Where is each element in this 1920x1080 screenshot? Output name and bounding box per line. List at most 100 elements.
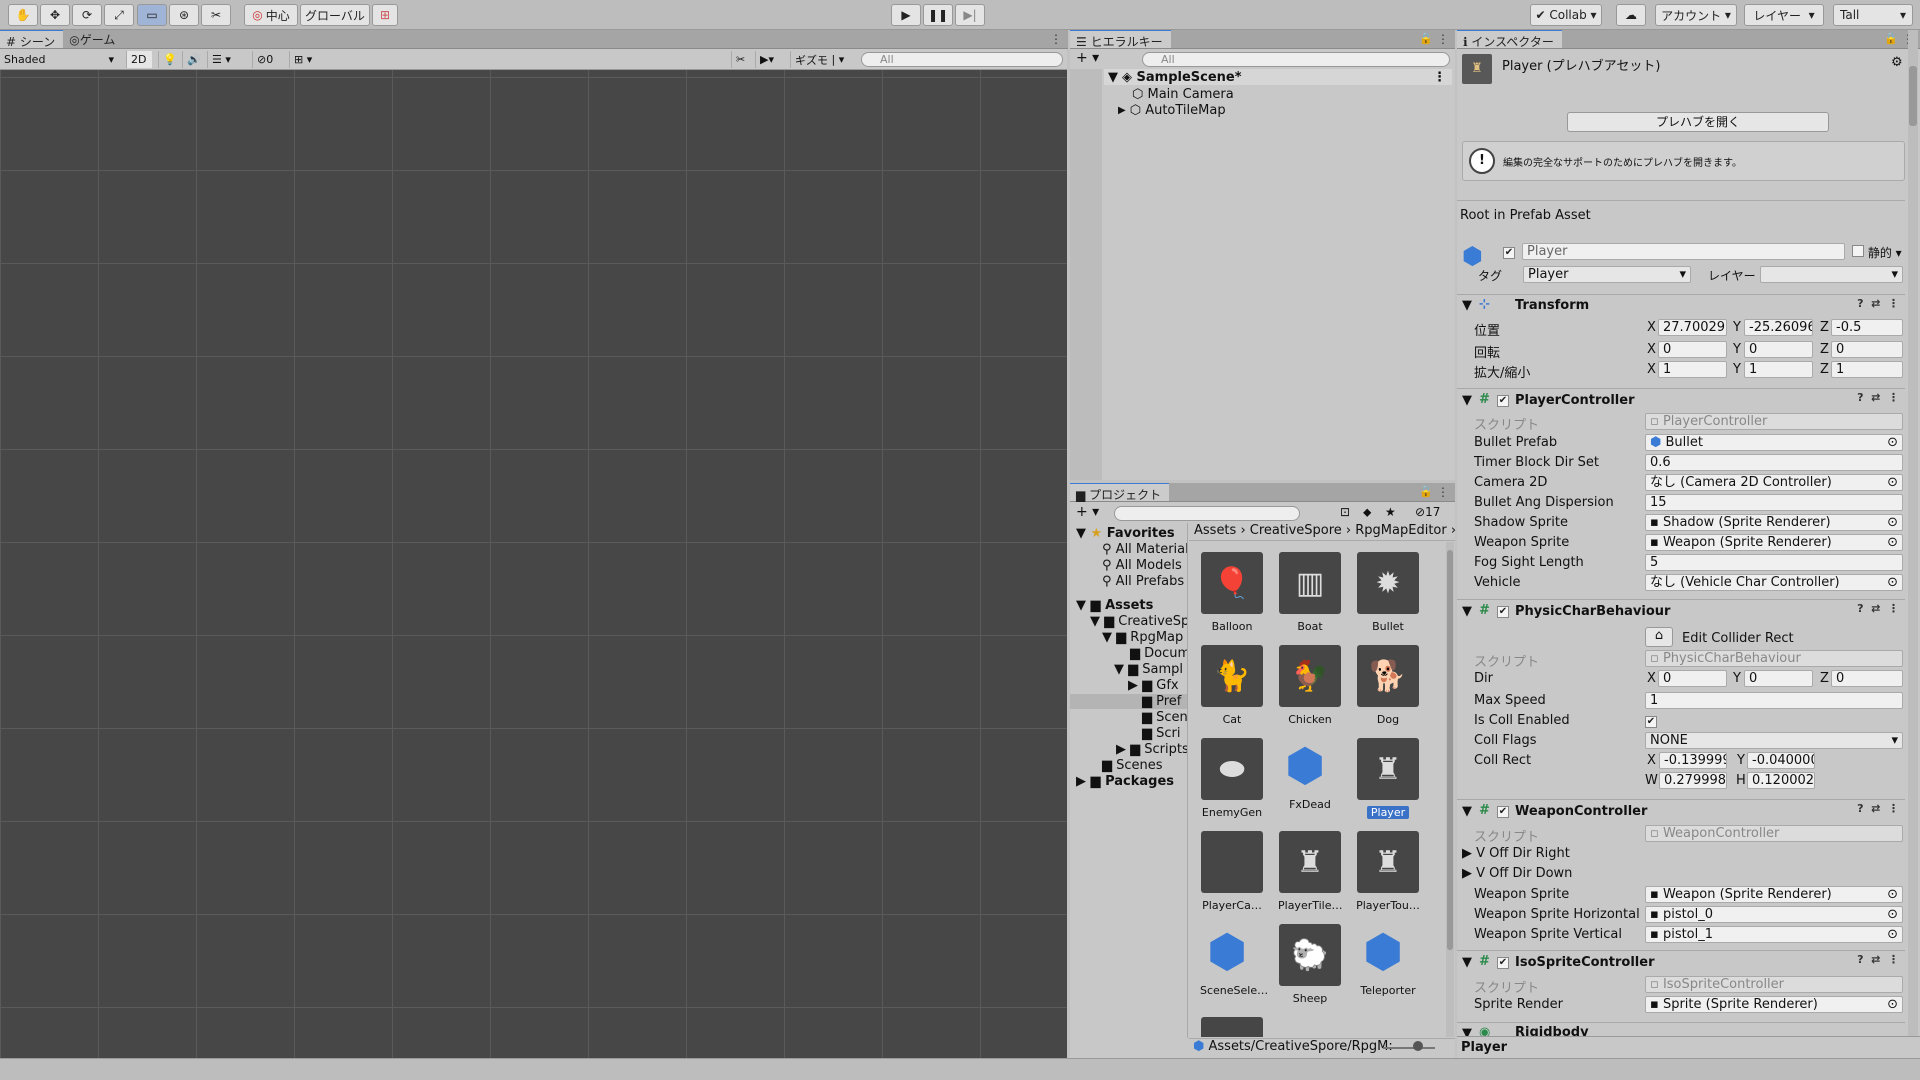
tab-hierarchy[interactable]: ☰ ヒエラルキー bbox=[1070, 30, 1171, 49]
gizmos-dropdown[interactable]: ギズモ | ▾ bbox=[790, 51, 850, 68]
coll-rect-y-field[interactable]: -0.040000 bbox=[1747, 752, 1815, 769]
tree-folder[interactable]: ▼ ▆ Assets bbox=[1076, 598, 1153, 613]
breadcrumb-item[interactable]: RpgMapEditor bbox=[1355, 523, 1446, 538]
field-value[interactable]: ▪ Shadow (Sprite Renderer) ⊙ bbox=[1645, 514, 1903, 531]
layer-dropdown[interactable]: ▾ bbox=[1760, 266, 1903, 283]
hierarchy-menu-icon[interactable]: ⋮ bbox=[1437, 32, 1449, 46]
coll-rect-x-field[interactable]: -0.139999 bbox=[1659, 752, 1727, 769]
sprite-render-field[interactable]: ▪ Sprite (Sprite Renderer) ⊙ bbox=[1645, 996, 1903, 1013]
mode-2d-toggle[interactable]: 2D bbox=[126, 51, 152, 68]
tree-folder[interactable]: ▆ Scenes bbox=[1102, 758, 1163, 773]
asset-item[interactable]: ⬢ Teleporter bbox=[1356, 924, 1420, 1000]
tree-folder[interactable]: ▆ Scri bbox=[1142, 726, 1181, 741]
label-icon[interactable]: ⬥ bbox=[1363, 505, 1371, 520]
component-enabled-checkbox[interactable]: ✔ bbox=[1497, 803, 1509, 818]
play-button[interactable]: ▶ bbox=[891, 4, 921, 26]
collab-dropdown[interactable]: ✔ Collab ▾ bbox=[1530, 4, 1602, 26]
object-picker-icon[interactable]: ⊙ bbox=[1887, 435, 1898, 450]
rigidbody-header[interactable]: ▼ ◉ Rigidbody bbox=[1457, 1022, 1905, 1036]
grid-snap-icon[interactable]: ⊞ ▾ bbox=[289, 51, 325, 68]
tree-folder[interactable]: ▼ ▆ Sampl bbox=[1114, 662, 1183, 677]
scene-menu-icon[interactable]: ⋮ bbox=[1433, 70, 1446, 85]
open-prefab-button[interactable]: プレハブを開く bbox=[1567, 112, 1829, 132]
transform-header[interactable]: ▼ ⊹ Transform? ⇄ ⋮ bbox=[1457, 294, 1905, 316]
move-tool-icon[interactable]: ✥ bbox=[40, 4, 70, 26]
asset-item[interactable]: ⬢ SceneSele… bbox=[1200, 924, 1268, 1000]
favorite-item[interactable]: ⚲ All Prefabs bbox=[1102, 574, 1184, 589]
field-value[interactable]: 15 bbox=[1645, 494, 1903, 511]
component-enabled-checkbox[interactable]: ✔ bbox=[1497, 392, 1509, 407]
account-dropdown[interactable]: アカウント ▾ bbox=[1655, 4, 1737, 26]
tag-dropdown[interactable]: Player ▾ bbox=[1523, 266, 1691, 283]
project-menu-icon[interactable]: ⋮ bbox=[1437, 485, 1449, 499]
scene-view[interactable] bbox=[0, 70, 1067, 1058]
position-z-field[interactable]: -0.5 bbox=[1831, 319, 1903, 336]
asset-item[interactable]: ✹ Bullet bbox=[1356, 552, 1420, 636]
field-value[interactable]: 0.6 bbox=[1645, 454, 1903, 471]
tab-inspector[interactable]: ℹ インスペクター bbox=[1457, 30, 1562, 49]
dir-z-field[interactable]: 0 bbox=[1831, 670, 1903, 687]
create-button[interactable]: + ▾ bbox=[1076, 50, 1099, 66]
component-enabled-checkbox[interactable]: ✔ bbox=[1497, 603, 1509, 618]
inspector-scrollbar[interactable] bbox=[1908, 30, 1918, 1036]
rect-tool-icon[interactable]: ▭ bbox=[137, 4, 167, 26]
field-value[interactable]: 5 bbox=[1645, 554, 1903, 571]
rotate-tool-icon[interactable]: ⟳ bbox=[72, 4, 102, 26]
layers-dropdown[interactable]: レイヤー ▾ bbox=[1744, 4, 1824, 26]
favorite-item[interactable]: ⚲ All Material bbox=[1102, 542, 1187, 557]
static-toggle[interactable]: 静的 ▾ bbox=[1852, 244, 1902, 261]
asset-item[interactable]: ▥ Boat bbox=[1278, 552, 1342, 636]
field-value[interactable]: なし (Vehicle Char Controller) ⊙ bbox=[1645, 574, 1903, 591]
custom-tool-icon[interactable]: ✂ bbox=[201, 4, 231, 26]
component-options-icon[interactable]: ? ⇄ ⋮ bbox=[1857, 602, 1899, 615]
filter-type-icon[interactable]: ⊡ bbox=[1340, 505, 1350, 519]
object-name-field[interactable]: Player bbox=[1522, 243, 1845, 260]
tree-folder[interactable]: ▆ Scen bbox=[1142, 710, 1187, 725]
hidden-packages-toggle[interactable]: ⊘17 bbox=[1415, 505, 1440, 519]
hidden-objects-toggle[interactable]: ⊘ 0 bbox=[252, 51, 286, 68]
asset-item[interactable]: ♜ PlayerTile… bbox=[1278, 831, 1343, 915]
tree-folder-selected[interactable]: ▆ Pref bbox=[1070, 694, 1187, 709]
object-picker-icon[interactable]: ⊙ bbox=[1887, 887, 1898, 902]
space-toggle[interactable]: グローバル bbox=[300, 4, 370, 26]
effects-icon[interactable]: ☰ ▾ bbox=[207, 51, 245, 68]
favorites-item[interactable]: ▼ ★ Favorites bbox=[1076, 526, 1175, 541]
step-button[interactable]: ▶| bbox=[955, 4, 985, 26]
asset-item[interactable]: 🐕 Dog bbox=[1356, 645, 1420, 729]
layout-dropdown[interactable]: Tall ▾ bbox=[1833, 4, 1913, 26]
tab-game[interactable]: ◎ゲーム bbox=[63, 30, 123, 48]
zoom-slider[interactable] bbox=[1383, 1047, 1435, 1049]
asset-item[interactable]: 🐈 Cat bbox=[1200, 645, 1264, 729]
object-picker-icon[interactable]: ⊙ bbox=[1887, 575, 1898, 590]
asset-item[interactable] bbox=[1200, 1017, 1264, 1037]
object-picker-icon[interactable]: ⊙ bbox=[1887, 515, 1898, 530]
tree-folder[interactable]: ▆ Docum bbox=[1130, 646, 1187, 661]
asset-item[interactable]: 🐓 Chicken bbox=[1278, 645, 1342, 729]
cloud-icon[interactable]: ☁ bbox=[1616, 4, 1646, 26]
zoom-slider-handle[interactable] bbox=[1413, 1041, 1423, 1051]
asset-item[interactable]: 🎈 Balloon bbox=[1200, 552, 1264, 636]
tree-folder[interactable]: ▼ ▆ CreativeSp bbox=[1090, 614, 1187, 629]
edit-collider-icon[interactable]: ⌂ bbox=[1645, 627, 1673, 647]
hierarchy-item[interactable]: ▶ ⬡ AutoTileMap bbox=[1118, 102, 1226, 118]
field-value[interactable]: ▪ pistol_0 ⊙ bbox=[1645, 906, 1903, 923]
hand-tool-icon[interactable]: ✋ bbox=[8, 4, 38, 26]
dir-y-field[interactable]: 0 bbox=[1744, 670, 1813, 687]
field-value[interactable]: なし (Camera 2D Controller) ⊙ bbox=[1645, 474, 1903, 491]
tab-scene[interactable]: # シーン bbox=[0, 30, 64, 49]
breadcrumb-item[interactable]: CreativeSpore bbox=[1250, 523, 1342, 538]
position-x-field[interactable]: 27.70029 bbox=[1658, 319, 1727, 336]
asset-item[interactable]: PlayerCa… bbox=[1200, 831, 1264, 915]
object-picker-icon[interactable]: ⊙ bbox=[1887, 475, 1898, 490]
tree-folder[interactable]: ▶ ▆ Scripts bbox=[1116, 742, 1187, 757]
tools-icon[interactable]: ✂ bbox=[731, 51, 753, 68]
scene-search-input[interactable]: All bbox=[861, 52, 1063, 67]
audio-icon[interactable]: 🔊 bbox=[182, 51, 204, 68]
shading-dropdown[interactable]: Shaded ▾ bbox=[0, 51, 118, 68]
object-picker-icon[interactable]: ⊙ bbox=[1887, 907, 1898, 922]
create-button[interactable]: + ▾ bbox=[1076, 504, 1099, 520]
hierarchy-search-input[interactable]: All bbox=[1142, 52, 1450, 67]
asset-item[interactable]: ⬢ FxDead bbox=[1278, 738, 1342, 814]
tree-folder[interactable]: ▶ ▆ Packages bbox=[1076, 774, 1174, 789]
asset-item[interactable]: ♜ Player bbox=[1356, 738, 1420, 822]
